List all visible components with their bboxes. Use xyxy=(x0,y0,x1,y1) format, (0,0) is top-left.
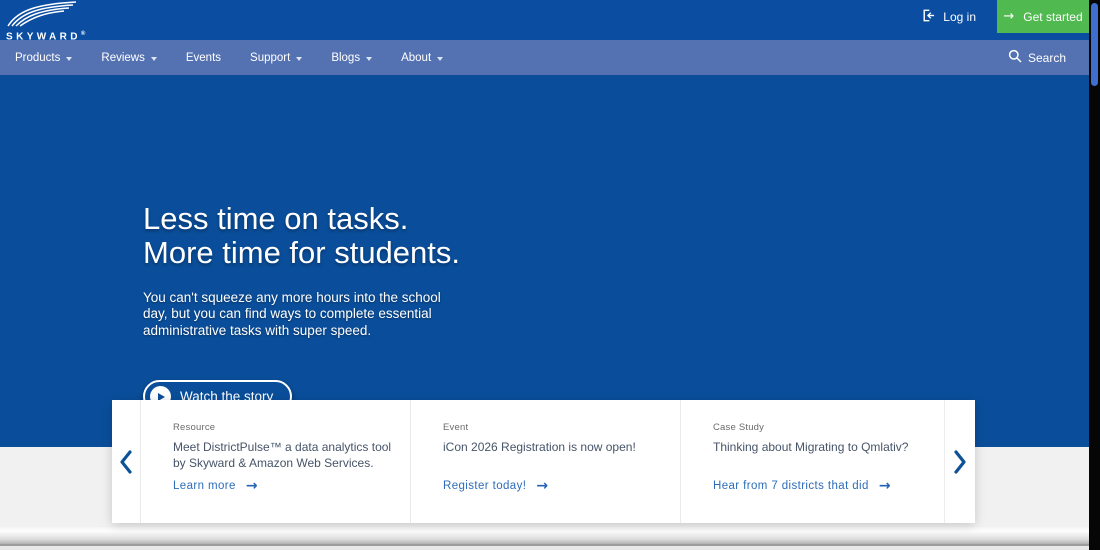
log-in-label: Log in xyxy=(943,10,976,24)
card-event: Event iCon 2026 Registration is now open… xyxy=(410,400,680,523)
nav-items: Products Reviews Events Support Blogs Ab… xyxy=(15,40,443,75)
arrow-right-icon: → xyxy=(536,479,548,493)
learn-more-link[interactable]: Learn more → xyxy=(173,479,258,493)
nav-label: Products xyxy=(15,52,60,64)
hero-title-line2: More time for students. xyxy=(143,236,460,270)
main-nav: Products Reviews Events Support Blogs Ab… xyxy=(0,40,1089,75)
card-category: Case Study xyxy=(713,422,764,433)
hero-section: Less time on tasks. More time for studen… xyxy=(0,75,1089,447)
nav-item-events[interactable]: Events xyxy=(186,52,221,64)
nav-label: Events xyxy=(186,52,221,64)
carousel-next-area xyxy=(944,400,974,523)
nav-label: About xyxy=(401,52,431,64)
chevron-down-icon xyxy=(151,57,157,61)
chevron-down-icon xyxy=(66,57,72,61)
carousel-prev-button[interactable] xyxy=(117,448,135,476)
log-in-button[interactable]: Log in xyxy=(920,0,997,33)
chevron-down-icon xyxy=(366,57,372,61)
nav-label: Blogs xyxy=(331,52,360,64)
card-resource: Resource Meet DistrictPulse™ a data anal… xyxy=(140,400,410,523)
nav-label: Reviews xyxy=(101,52,144,64)
section-divider-bottom xyxy=(0,546,1089,550)
scrollbar-track[interactable] xyxy=(1089,0,1100,550)
page: SKYWARD® Log in → Get started xyxy=(0,0,1100,550)
card-title: Thinking about Migrating to Qmlativ? xyxy=(713,439,908,455)
top-bar: SKYWARD® Log in → Get started xyxy=(0,0,1089,40)
hear-from-districts-link[interactable]: Hear from 7 districts that did → xyxy=(713,479,891,493)
chevron-down-icon xyxy=(437,57,443,61)
card-case-study: Case Study Thinking about Migrating to Q… xyxy=(680,400,944,523)
chevron-right-icon xyxy=(953,450,967,474)
register-today-link[interactable]: Register today! → xyxy=(443,479,549,493)
get-started-button[interactable]: → Get started xyxy=(997,0,1089,33)
card-category: Resource xyxy=(173,422,215,433)
registered-mark: ® xyxy=(81,31,85,37)
arrow-right-icon: → xyxy=(1003,10,1014,23)
hero-title: Less time on tasks. More time for studen… xyxy=(143,202,460,270)
carousel-next-button[interactable] xyxy=(951,448,969,476)
search-label: Search xyxy=(1028,51,1066,65)
nav-item-about[interactable]: About xyxy=(401,52,443,64)
search-button[interactable]: Search xyxy=(1008,40,1066,75)
card-category: Event xyxy=(443,422,468,433)
nav-item-support[interactable]: Support xyxy=(250,52,302,64)
nav-item-reviews[interactable]: Reviews xyxy=(101,52,156,64)
nav-item-blogs[interactable]: Blogs xyxy=(331,52,372,64)
skyward-logo[interactable]: SKYWARD® xyxy=(6,1,86,42)
arrow-right-icon: → xyxy=(879,479,891,493)
hero-subtitle: You can't squeeze any more hours into th… xyxy=(143,290,441,339)
nav-item-products[interactable]: Products xyxy=(15,52,72,64)
arrow-right-icon: → xyxy=(246,479,258,493)
get-started-label: Get started xyxy=(1023,10,1082,24)
card-title: Meet DistrictPulse™ a data analytics too… xyxy=(173,439,391,471)
login-icon xyxy=(920,8,935,26)
search-icon xyxy=(1008,49,1022,66)
chevron-left-icon xyxy=(119,450,133,474)
section-divider xyxy=(0,527,1089,544)
carousel-panel: Resource Meet DistrictPulse™ a data anal… xyxy=(112,400,975,523)
chevron-down-icon xyxy=(296,57,302,61)
nav-label: Support xyxy=(250,52,290,64)
card-title: iCon 2026 Registration is now open! xyxy=(443,439,636,455)
topbar-actions: Log in → Get started xyxy=(920,0,1089,33)
scrollbar-thumb[interactable] xyxy=(1091,3,1098,86)
hero-title-line1: Less time on tasks. xyxy=(143,202,460,236)
carousel-prev-area xyxy=(112,400,140,523)
